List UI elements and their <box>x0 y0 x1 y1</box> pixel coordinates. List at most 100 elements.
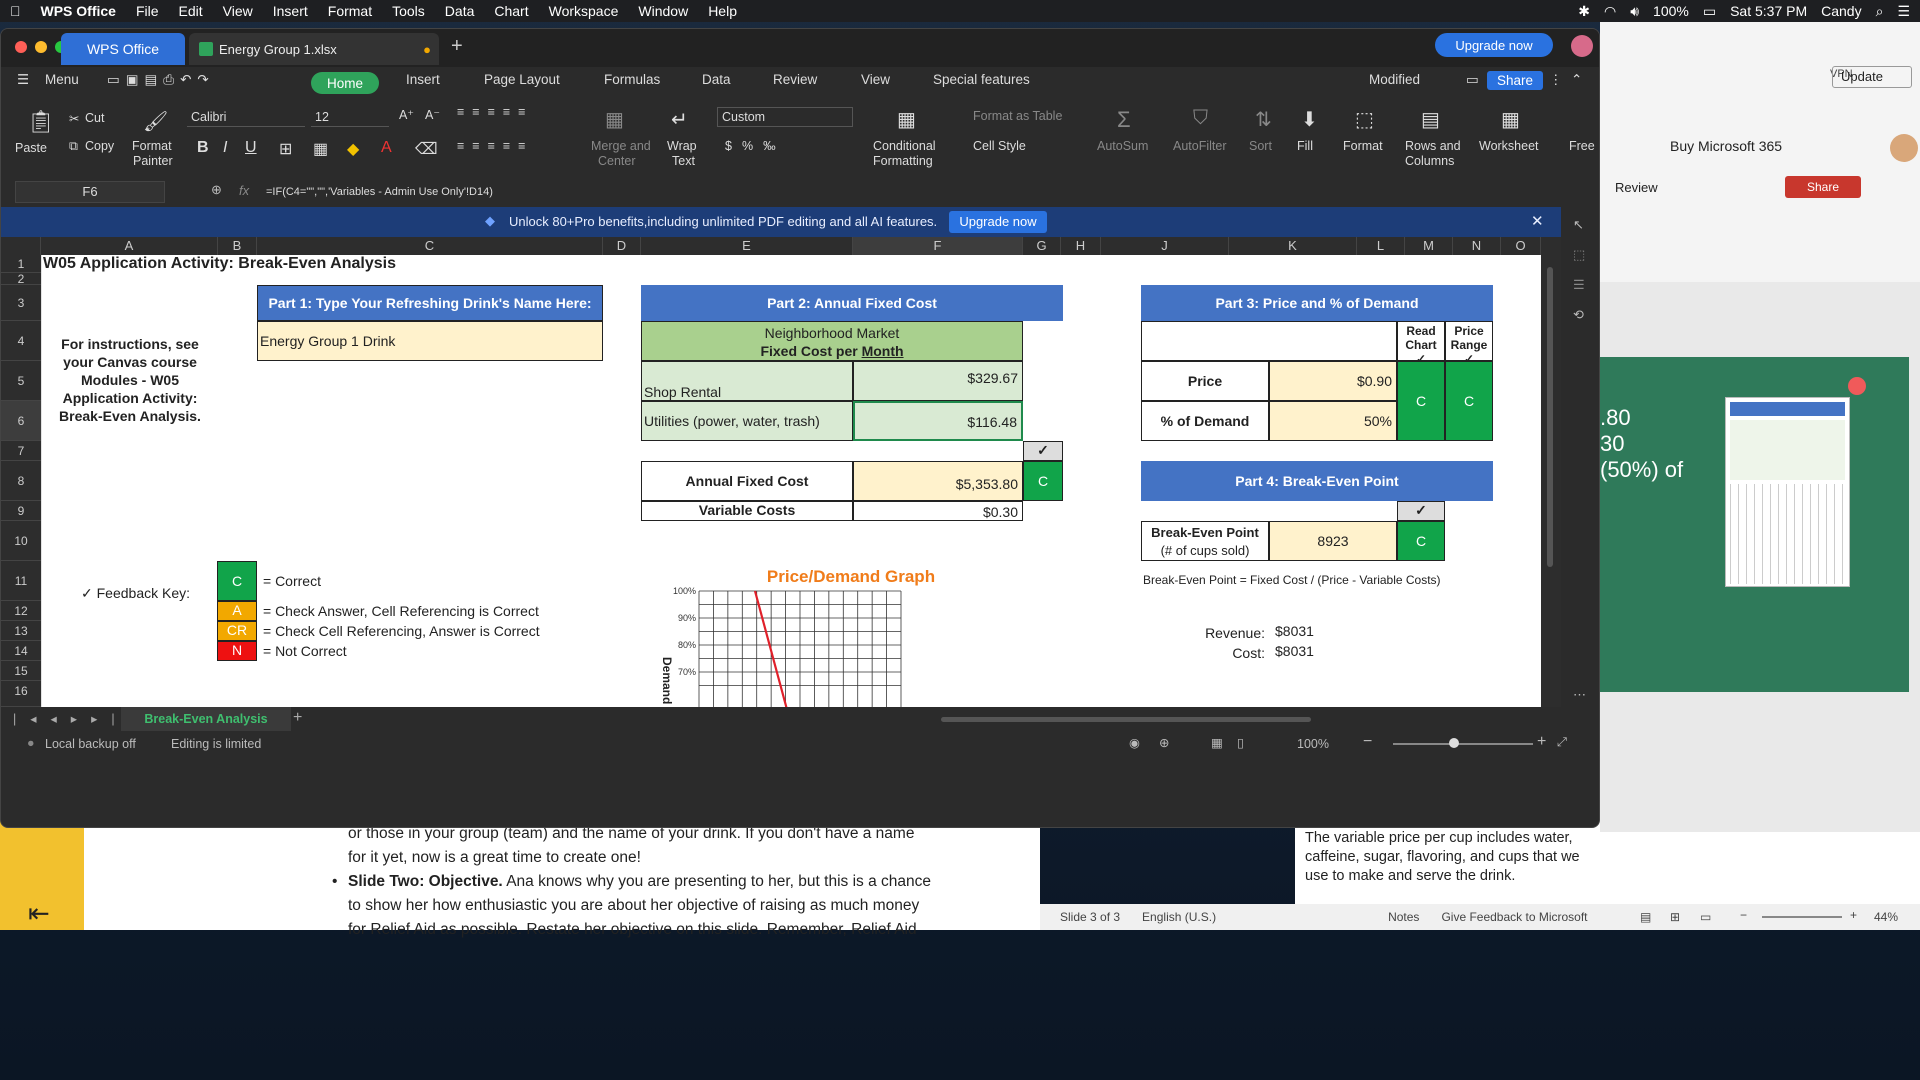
column-header[interactable]: H <box>1061 237 1101 255</box>
column-header[interactable]: K <box>1229 237 1357 255</box>
zoom-in-icon[interactable]: + <box>1537 733 1546 751</box>
row-header[interactable]: 13 <box>1 621 41 641</box>
row-header[interactable]: 9 <box>1 501 41 521</box>
freeze-icon[interactable]: ⊕ <box>1159 735 1169 750</box>
clear-icon[interactable]: ⌫ <box>415 139 438 159</box>
row-header[interactable]: 3 <box>1 285 41 321</box>
fill-color-icon[interactable]: ◆ <box>347 139 359 159</box>
underline-icon[interactable]: U <box>245 139 257 157</box>
zoom-level[interactable]: 100% <box>1297 737 1329 751</box>
demand-value[interactable]: 50% <box>1269 401 1397 441</box>
zoom-slider[interactable] <box>1762 916 1842 918</box>
merge-icon[interactable]: ▦ <box>605 107 624 132</box>
rows-columns-label-1[interactable]: Rows and <box>1405 139 1461 154</box>
zoom-in-icon[interactable]: + <box>1850 908 1857 922</box>
sort-icon[interactable]: ⇅ <box>1255 107 1272 132</box>
worksheet-icon[interactable]: ▦ <box>1501 107 1520 132</box>
wrap-icon[interactable]: ↵ <box>671 107 688 132</box>
view-sorter-icon[interactable]: ⊞ <box>1670 910 1680 924</box>
rows-columns-label-2[interactable]: Columns <box>1405 154 1454 169</box>
paste-icon[interactable]: 📋︎ <box>27 109 55 135</box>
sheet-grid[interactable]: W05 Application Activity: Break-Even Ana… <box>41 255 1541 707</box>
align-vertical-icons[interactable]: ≡≡≡≡≡ <box>457 105 533 119</box>
fill-button[interactable]: Fill <box>1297 139 1313 154</box>
zoom-out-icon[interactable]: − <box>1363 733 1372 751</box>
eye-icon[interactable]: ◉ <box>1129 735 1140 750</box>
menu-edit[interactable]: Edit <box>179 3 203 19</box>
row-header[interactable]: 14 <box>1 641 41 661</box>
volume-icon[interactable]: 🔊︎ <box>1630 3 1639 20</box>
format-painter-label-1[interactable]: Format <box>132 139 172 154</box>
autosum-icon[interactable]: Σ <box>1117 107 1131 133</box>
row-header[interactable]: 2 <box>1 273 41 285</box>
side-tool-icon[interactable]: ⬚ <box>1573 247 1585 263</box>
paste-button[interactable]: Paste <box>15 141 47 156</box>
row-header[interactable]: 7 <box>1 441 41 461</box>
sort-button[interactable]: Sort <box>1249 139 1272 154</box>
column-header[interactable]: G <box>1023 237 1061 255</box>
page-view-icon[interactable]: ▯ <box>1237 735 1244 750</box>
battery-percent[interactable]: 100% <box>1653 3 1689 19</box>
row-header[interactable]: 12 <box>1 601 41 621</box>
fill-pattern-icon[interactable]: ▦ <box>313 139 328 159</box>
row-header[interactable]: 10 <box>1 521 41 561</box>
format-as-table-button[interactable]: Format as Table <box>973 109 1062 124</box>
number-format-select[interactable]: Custom <box>717 107 853 127</box>
buy-m365-link[interactable]: Buy Microsoft 365 <box>1670 138 1782 154</box>
banner-upgrade-button[interactable]: Upgrade now <box>949 211 1047 233</box>
scroll-thumb[interactable] <box>1547 267 1553 567</box>
format-painter-label-2[interactable]: Painter <box>133 154 173 169</box>
tab-formulas[interactable]: Formulas <box>604 72 660 87</box>
quick-access-icons[interactable]: ▭▣▤⎙↶↷ <box>107 72 215 88</box>
column-header[interactable]: E <box>641 237 853 255</box>
sheet-nav-icons[interactable]: |◂◂▸▸| <box>13 711 129 726</box>
free-label[interactable]: Free <box>1569 139 1595 154</box>
user-name[interactable]: Candy <box>1821 3 1861 19</box>
format-painter-icon[interactable]: 🖌︎ <box>143 109 168 134</box>
copy-button[interactable]: Copy <box>85 139 114 154</box>
battery-icon[interactable]: ▭ <box>1703 3 1716 20</box>
autofilter-button[interactable]: AutoFilter <box>1173 139 1227 154</box>
notes-button[interactable]: Notes <box>1388 910 1419 924</box>
menu-file[interactable]: File <box>136 3 159 19</box>
apple-icon[interactable]:  <box>10 3 21 19</box>
formula-input[interactable]: =IF(C4="","",'Variables - Admin Use Only… <box>266 181 1546 203</box>
tab-wps-office[interactable]: WPS Office <box>61 33 185 65</box>
tab-review[interactable]: Review <box>773 72 817 87</box>
view-normal-icon[interactable]: ▤ <box>1640 910 1651 924</box>
minimize-window-button[interactable] <box>35 41 47 53</box>
ppt-zoom-level[interactable]: 44% <box>1874 910 1898 924</box>
shop-rental-value[interactable]: $329.67 <box>853 361 1023 401</box>
column-header[interactable]: M <box>1405 237 1453 255</box>
cut-icon[interactable]: ✂ <box>69 111 79 126</box>
bep-value[interactable]: 8923 <box>1269 521 1397 561</box>
conditional-label-2[interactable]: Formatting <box>873 154 933 169</box>
app-menu[interactable]: WPS Office <box>41 3 116 19</box>
tab-special-features[interactable]: Special features <box>933 72 1030 87</box>
column-header[interactable]: D <box>603 237 641 255</box>
update-button[interactable]: Update <box>1832 66 1912 88</box>
close-banner-icon[interactable]: ✕ <box>1531 212 1544 230</box>
row-header-selected[interactable]: 6 <box>1 401 41 441</box>
merge-label-1[interactable]: Merge and <box>591 139 651 154</box>
zoom-slider[interactable] <box>1393 743 1533 745</box>
new-tab-icon[interactable]: + <box>451 35 463 58</box>
tab-insert[interactable]: Insert <box>406 72 440 87</box>
menu-tools[interactable]: Tools <box>392 3 425 19</box>
cut-button[interactable]: Cut <box>85 111 104 126</box>
select-all-corner[interactable] <box>1 237 41 255</box>
settings-sliders-icon[interactable]: ☰ <box>1573 277 1585 293</box>
conditional-label-1[interactable]: Conditional <box>873 139 936 154</box>
merge-label-2[interactable]: Center <box>598 154 636 169</box>
font-color-icon[interactable]: A <box>381 139 392 157</box>
language[interactable]: English (U.S.) <box>1142 910 1216 924</box>
fullscreen-icon[interactable]: ⤢ <box>1557 735 1567 750</box>
column-header[interactable]: B <box>218 237 257 255</box>
align-horizontal-icons[interactable]: ≡≡≡≡≡ <box>457 139 533 153</box>
copy-icon[interactable]: ⧉ <box>69 139 78 154</box>
column-header[interactable]: N <box>1453 237 1501 255</box>
vertical-scrollbar[interactable] <box>1541 237 1561 707</box>
autosum-button[interactable]: AutoSum <box>1097 139 1148 154</box>
control-center-icon[interactable]: ☰ <box>1897 3 1910 20</box>
tab-review[interactable]: Review <box>1615 180 1658 195</box>
